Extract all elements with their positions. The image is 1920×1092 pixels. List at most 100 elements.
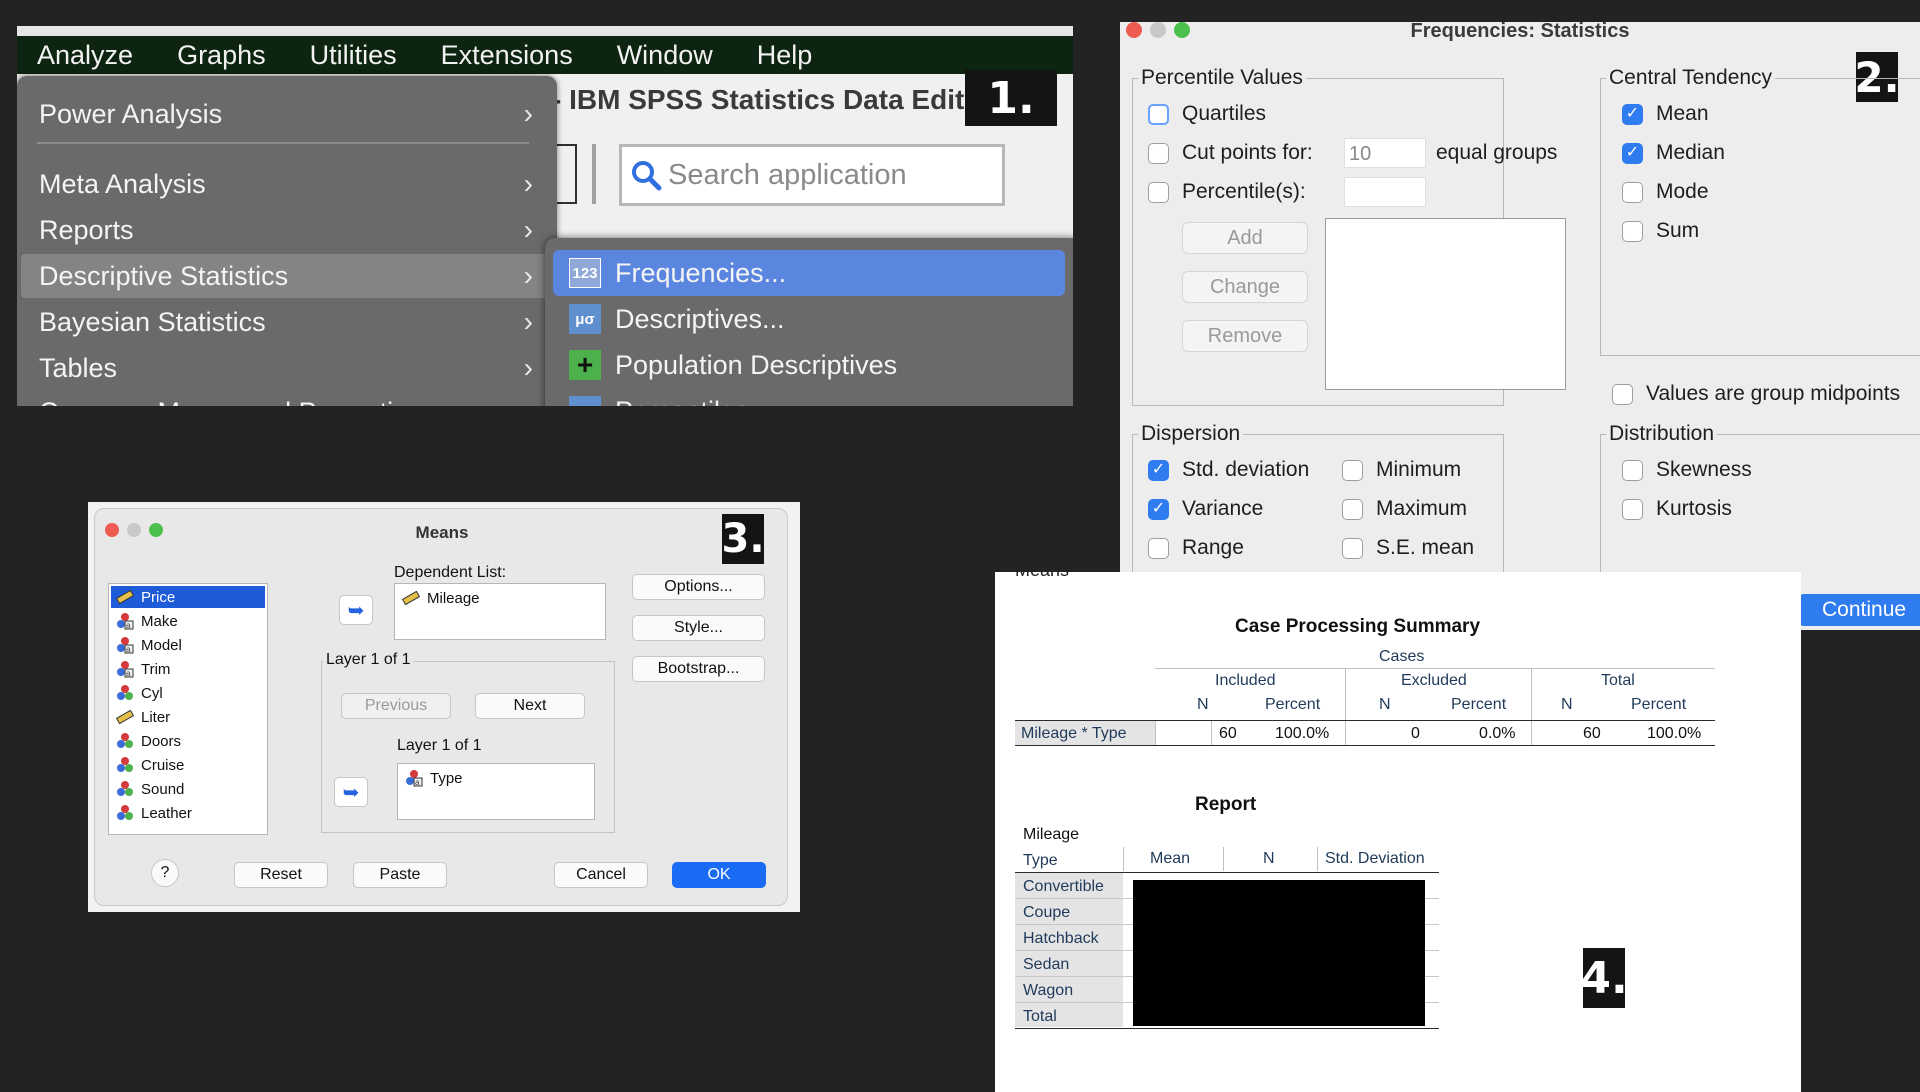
mean-checkbox[interactable]: ✓ Mean	[1622, 102, 1709, 126]
remove-button[interactable]: Remove	[1182, 320, 1308, 352]
submenu-item-population-descriptives[interactable]: + Population Descriptives	[553, 342, 1065, 388]
checkbox-icon	[1342, 498, 1363, 520]
dependent-item[interactable]: Mileage	[397, 587, 480, 609]
variable-item[interactable]: a Trim	[111, 658, 170, 680]
nominal-icon: a	[115, 660, 135, 678]
variable-item[interactable]: Cyl	[111, 682, 163, 704]
percentiles-list[interactable]	[1325, 218, 1566, 390]
menu-help[interactable]: Help	[757, 40, 813, 71]
frequencies-icon: 123	[569, 258, 601, 288]
options-button[interactable]: Options...	[632, 574, 765, 600]
cancel-button[interactable]: Cancel	[554, 862, 648, 888]
menu-graphs[interactable]: Graphs	[177, 40, 266, 71]
analyze-dropdown-menu: Power Analysis › Meta Analysis › Reports › …	[17, 76, 557, 406]
group-midpoints-checkbox[interactable]: Values are group midpoints	[1612, 382, 1900, 406]
report-row-label: Sedan	[1023, 956, 1070, 973]
cps-included-percent: 100.0%	[1275, 725, 1330, 742]
menu-item-power-analysis[interactable]: Power Analysis ›	[21, 92, 553, 136]
menu-item-compare-means[interactable]: Compare Means and Proportions›	[21, 390, 553, 406]
cps-included-n: 60	[1219, 725, 1237, 742]
total-header: Total	[1601, 672, 1635, 689]
menu-utilities[interactable]: Utilities	[310, 40, 397, 71]
variable-item[interactable]: Doors	[111, 730, 181, 752]
se-mean-checkbox[interactable]: S.E. mean	[1342, 536, 1474, 560]
cut-points-input[interactable]: 10	[1344, 138, 1426, 168]
search-icon	[632, 161, 662, 191]
add-button[interactable]: Add	[1182, 222, 1308, 254]
move-to-layer-arrow-icon[interactable]: ➥	[334, 777, 368, 807]
variable-item[interactable]: Price	[111, 586, 265, 608]
dependent-list[interactable]: Mileage	[394, 583, 606, 640]
checkbox-icon	[1148, 142, 1169, 164]
ordinal-icon	[115, 732, 135, 750]
maximum-checkbox[interactable]: Maximum	[1342, 497, 1467, 521]
menu-analyze[interactable]: Analyze	[37, 40, 133, 71]
search-placeholder: Search application	[668, 158, 907, 191]
skewness-checkbox[interactable]: Skewness	[1622, 458, 1752, 482]
toolbar-button[interactable]	[557, 144, 577, 204]
percentiles-input[interactable]	[1344, 177, 1426, 207]
nominal-icon: a	[115, 612, 135, 630]
continue-button[interactable]: Continue	[1798, 594, 1920, 626]
dispersion-label: Dispersion	[1138, 422, 1244, 446]
next-button[interactable]: Next	[475, 693, 585, 719]
menu-item-descriptive-statistics[interactable]: Descriptive Statistics ›	[21, 254, 553, 298]
cps-row-label: Mileage * Type	[1021, 725, 1127, 742]
variable-item[interactable]: Cruise	[111, 754, 184, 776]
report-row-label: Wagon	[1023, 982, 1074, 999]
menu-item-reports[interactable]: Reports ›	[21, 208, 553, 252]
ordinal-icon	[115, 804, 135, 822]
cut-points-checkbox[interactable]: Cut points for:	[1148, 141, 1313, 165]
submenu-item-descriptives[interactable]: μσ Descriptives...	[553, 296, 1065, 342]
move-to-dependent-arrow-icon[interactable]: ➥	[339, 595, 373, 625]
percentiles-checkbox[interactable]: Percentile(s):	[1148, 180, 1306, 204]
equal-groups-label: equal groups	[1436, 141, 1558, 164]
paste-button[interactable]: Paste	[353, 862, 447, 888]
kurtosis-checkbox[interactable]: Kurtosis	[1622, 497, 1732, 521]
menu-item-tables[interactable]: Tables ›	[21, 346, 553, 390]
menu-item-meta-analysis[interactable]: Meta Analysis ›	[21, 162, 553, 206]
dependent-list-label: Dependent List:	[394, 564, 507, 581]
cps-excluded-percent: 0.0%	[1479, 725, 1516, 742]
ok-button[interactable]: OK	[672, 862, 766, 888]
previous-button[interactable]: Previous	[341, 693, 451, 719]
change-button[interactable]: Change	[1182, 271, 1308, 303]
variance-checkbox[interactable]: ✓ Variance	[1148, 497, 1263, 521]
reset-button[interactable]: Reset	[234, 862, 328, 888]
step-badge: 1.	[965, 70, 1057, 126]
bootstrap-button[interactable]: Bootstrap...	[632, 656, 765, 682]
help-button[interactable]: ?	[151, 859, 179, 887]
checkmark-icon: ✓	[1148, 459, 1169, 481]
report-header-type: Type	[1023, 852, 1058, 869]
mode-checkbox[interactable]: Mode	[1622, 180, 1709, 204]
layer-list[interactable]: a Type	[397, 763, 595, 820]
report-header-n: N	[1263, 850, 1275, 867]
source-variable-list[interactable]: Price a Make a Model a Trim Cyl Liter Doors…	[108, 583, 268, 835]
submenu-item-percentiles[interactable]: % Percentiles...	[553, 388, 1065, 406]
menu-item-bayesian-statistics[interactable]: Bayesian Statistics ›	[21, 300, 553, 344]
quartiles-checkbox[interactable]: Quartiles	[1148, 102, 1266, 126]
means-heading-fragment: Means	[1015, 572, 1069, 581]
variable-item[interactable]: Leather	[111, 802, 192, 824]
median-checkbox[interactable]: ✓ Median	[1622, 141, 1725, 165]
menu-extensions[interactable]: Extensions	[441, 40, 573, 71]
variable-item[interactable]: Sound	[111, 778, 184, 800]
sum-checkbox[interactable]: Sum	[1622, 219, 1699, 243]
range-checkbox[interactable]: Range	[1148, 536, 1244, 560]
distribution-label: Distribution	[1606, 422, 1718, 446]
style-button[interactable]: Style...	[632, 615, 765, 641]
search-application-input[interactable]: Search application	[619, 144, 1005, 206]
percent-header: Percent	[1631, 696, 1687, 713]
submenu-item-frequencies[interactable]: 123 Frequencies...	[553, 250, 1065, 296]
variable-item[interactable]: Liter	[111, 706, 170, 728]
variable-item[interactable]: a Model	[111, 634, 182, 656]
checkmark-icon: ✓	[1622, 103, 1643, 125]
menu-window[interactable]: Window	[617, 40, 713, 71]
layer-item[interactable]: a Type	[400, 767, 463, 789]
minimum-checkbox[interactable]: Minimum	[1342, 458, 1461, 482]
descriptive-statistics-submenu: 123 Frequencies... μσ Descriptives... + …	[545, 238, 1073, 406]
std-deviation-checkbox[interactable]: ✓ Std. deviation	[1148, 458, 1309, 482]
included-header: Included	[1215, 672, 1276, 689]
variable-item[interactable]: a Make	[111, 610, 178, 632]
checkbox-icon	[1622, 498, 1643, 520]
